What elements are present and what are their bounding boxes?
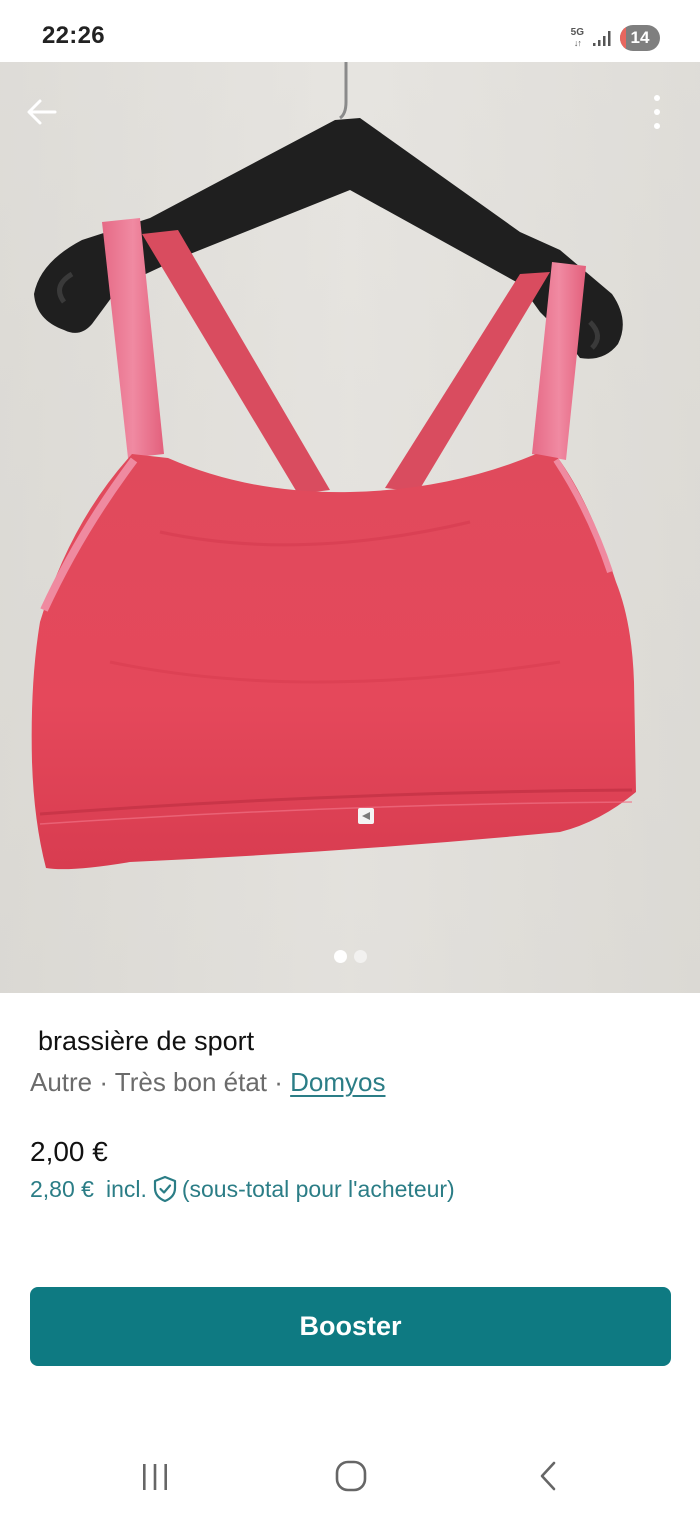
status-indicators: 5G ↓↑ 14: [571, 24, 660, 52]
shield-check-icon: [153, 1175, 176, 1203]
item-category: Autre: [30, 1067, 93, 1097]
carousel-dot[interactable]: [353, 950, 367, 963]
back-button[interactable]: [22, 92, 62, 132]
separator: ·: [92, 1067, 115, 1097]
battery-icon: 14: [620, 25, 660, 51]
item-price: 2,00 €: [30, 1136, 108, 1167]
item-condition: Très bon état: [114, 1067, 268, 1097]
booster-button[interactable]: Booster: [30, 1287, 671, 1366]
recent-apps-icon: [143, 1464, 167, 1490]
item-attributes: Autre · Très bon état · Domyos: [30, 1067, 386, 1098]
more-options-button[interactable]: [642, 90, 672, 134]
product-photo: [0, 62, 700, 993]
buyer-price-info[interactable]: 2,80 € incl. (sous-total pour l'acheteur…: [30, 1175, 455, 1203]
home-icon: [335, 1460, 367, 1492]
system-back-button[interactable]: [528, 1458, 568, 1498]
carousel-indicator: [0, 950, 700, 963]
separator: ·: [267, 1067, 291, 1097]
chevron-left-icon: [540, 1461, 556, 1491]
buyer-note: (sous-total pour l'acheteur): [181, 1175, 455, 1202]
network-5g-icon: 5G ↓↑: [570, 27, 584, 49]
arrow-left-icon: [27, 99, 57, 125]
recent-apps-button[interactable]: [135, 1458, 175, 1498]
status-bar: 22:26 5G ↓↑ 14: [0, 0, 700, 62]
network-label: 5G: [570, 27, 584, 38]
item-title: brassière de sport: [38, 1026, 255, 1056]
carousel-dot[interactable]: [333, 950, 347, 963]
status-time: 22:26: [42, 22, 105, 49]
battery-percent: 14: [630, 28, 650, 47]
incl-label: incl.: [105, 1175, 147, 1202]
product-photo-carousel[interactable]: [0, 62, 700, 993]
network-arrows: ↓↑: [573, 38, 582, 48]
battery-level-fill: [620, 25, 626, 51]
brand-link[interactable]: Domyos: [290, 1067, 385, 1097]
signal-icon: [593, 31, 611, 46]
home-button[interactable]: [331, 1458, 371, 1498]
system-navigation-bar: [0, 1420, 700, 1517]
more-options-icon: [654, 95, 660, 101]
buyer-price: 2,80 €: [30, 1175, 94, 1202]
